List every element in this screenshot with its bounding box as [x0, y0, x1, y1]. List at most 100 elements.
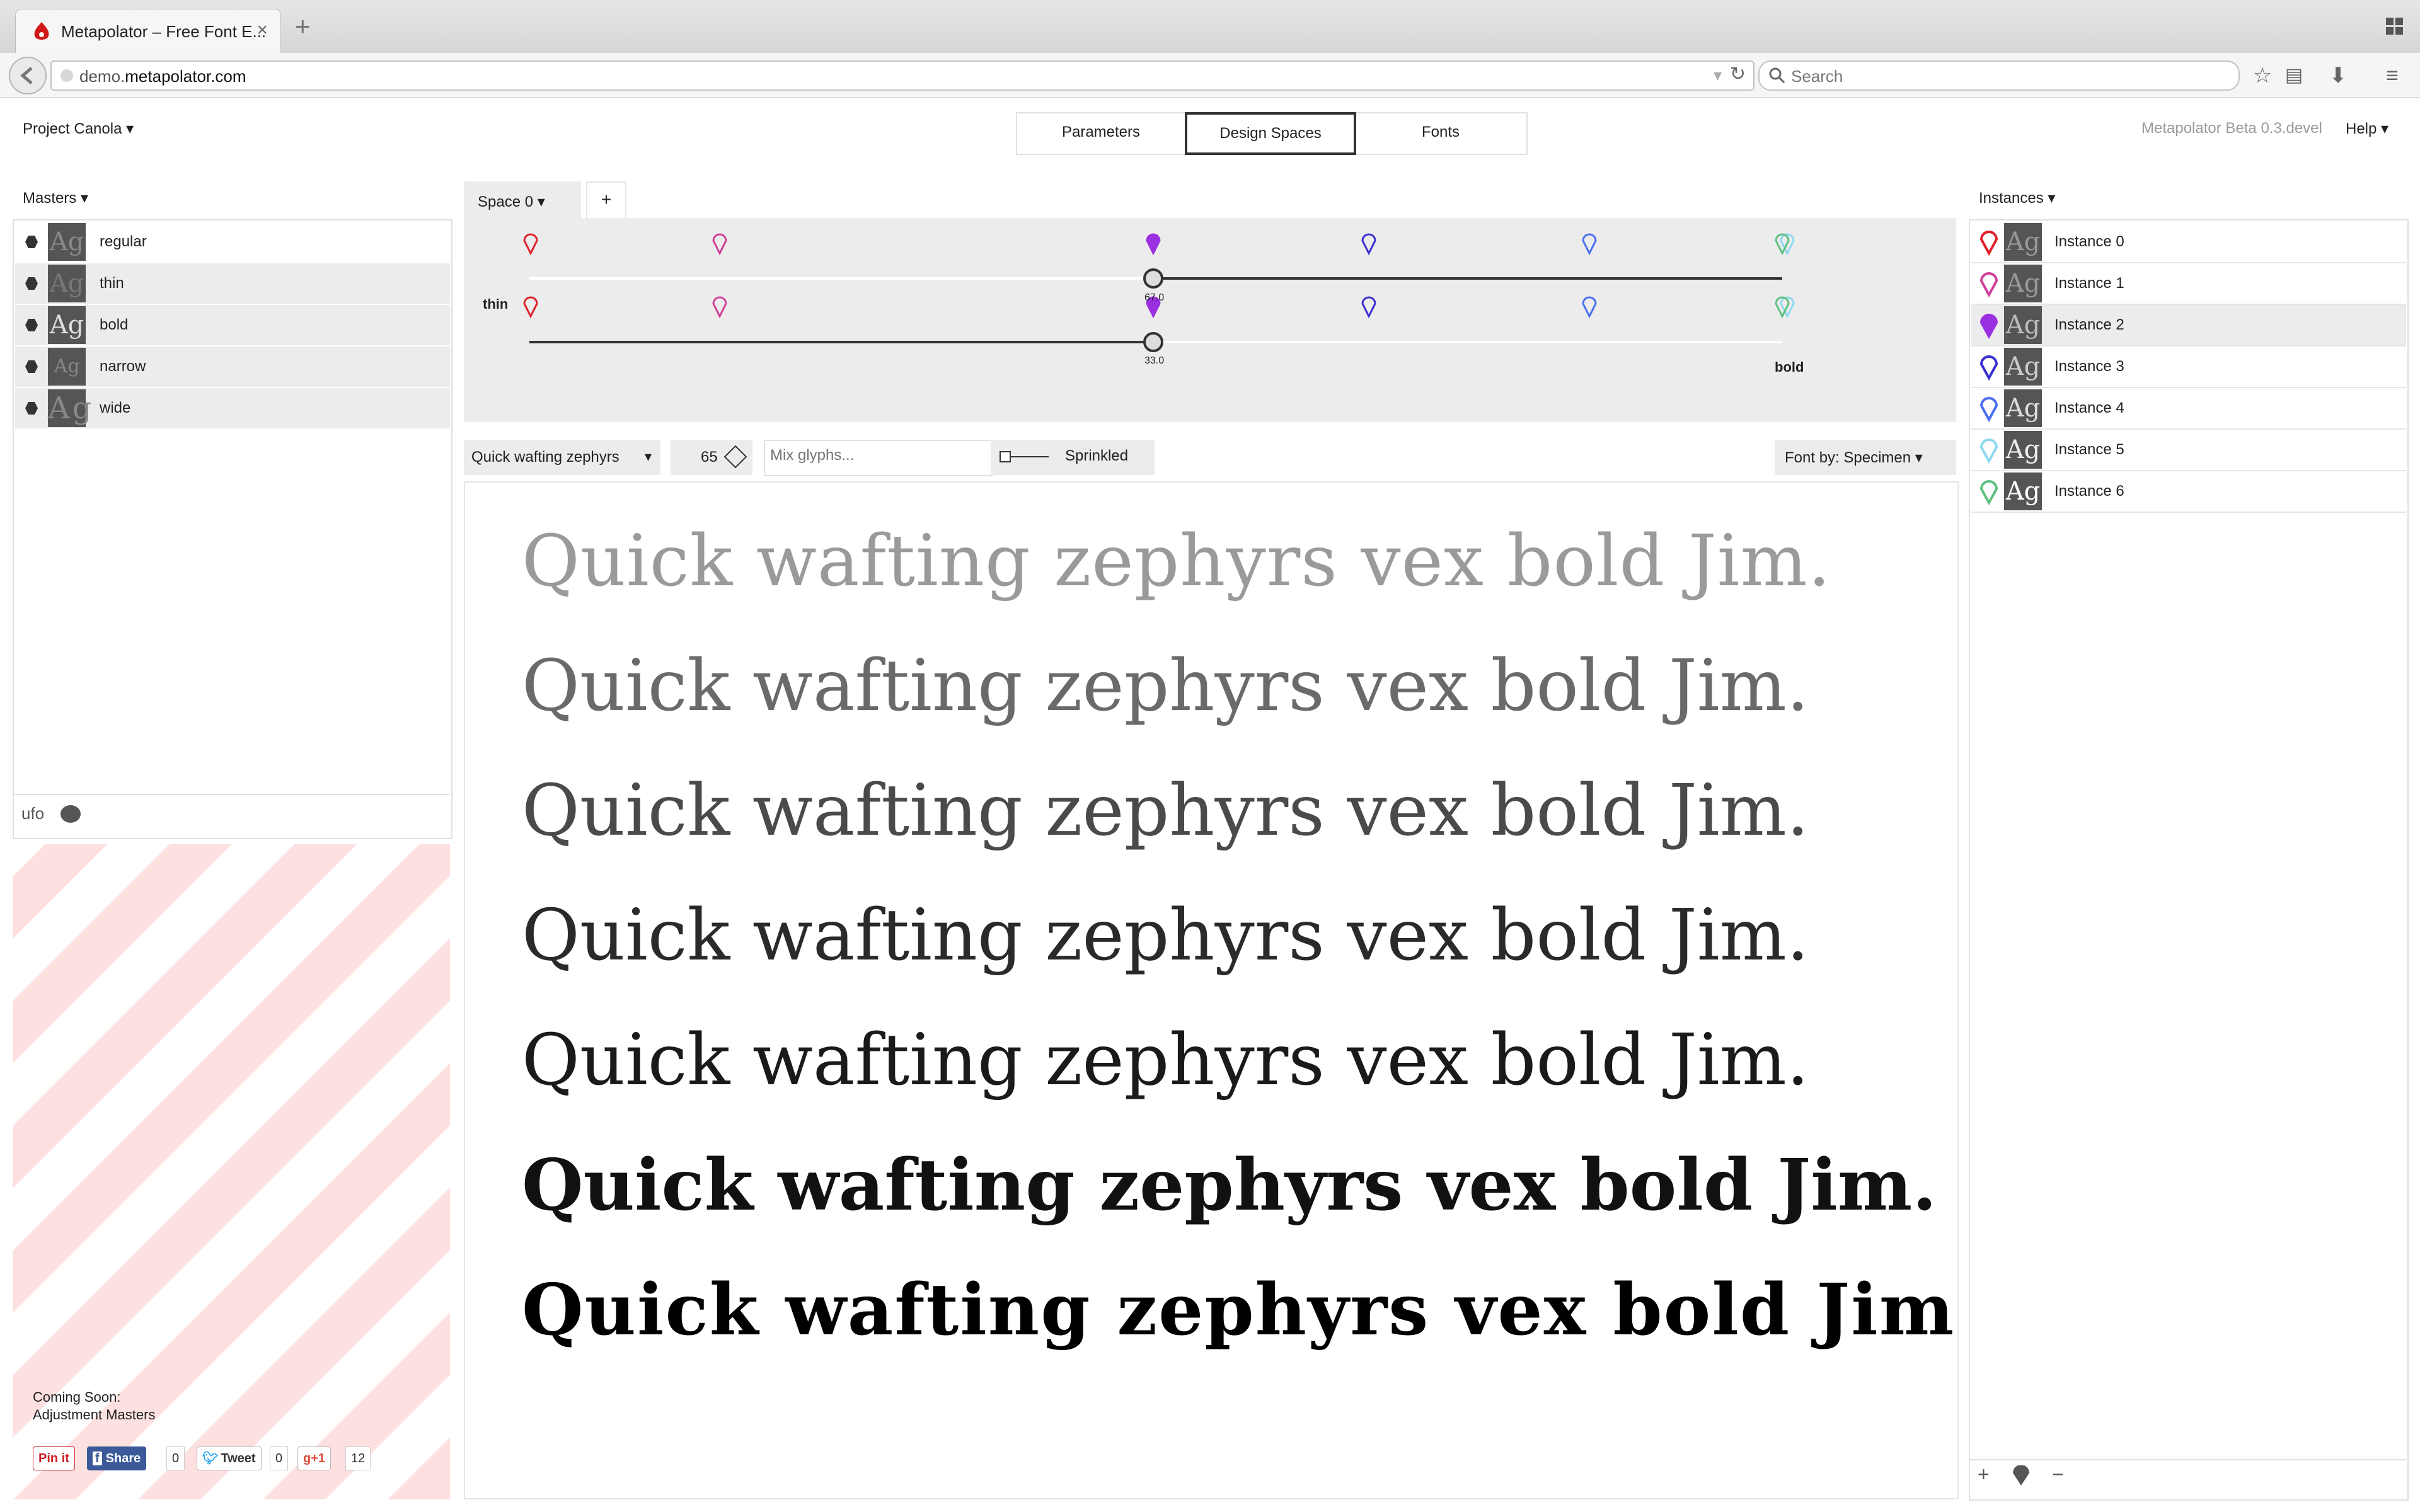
- master-row-narrow[interactable]: Ag narrow: [15, 346, 450, 387]
- mix-glyphs-input[interactable]: [769, 446, 986, 465]
- duplicate-instance-icon[interactable]: [2010, 1465, 2032, 1487]
- instance-pin-icon[interactable]: [1582, 296, 1597, 319]
- tab-close-icon[interactable]: ×: [256, 20, 268, 41]
- instance-row[interactable]: Ag Instance 4: [1971, 388, 2406, 430]
- instances-title[interactable]: Instances ▾: [1979, 189, 2055, 207]
- instance-pin-icon[interactable]: [523, 296, 538, 319]
- instance-pin-icon[interactable]: [1978, 438, 2000, 464]
- instance-pin-icon[interactable]: [1361, 233, 1376, 256]
- tab-parameters[interactable]: Parameters: [1017, 113, 1186, 151]
- facebook-icon: f: [93, 1452, 102, 1465]
- chevron-down-icon: ▾: [644, 449, 652, 464]
- toggle-switch-icon[interactable]: [1000, 451, 1050, 462]
- instance-label: Instance 1: [2054, 275, 2124, 292]
- instance-row[interactable]: Ag Instance 0: [1971, 222, 2406, 263]
- tab-fonts[interactable]: Fonts: [1356, 113, 1525, 151]
- instance-label: Instance 3: [2054, 358, 2124, 375]
- master-row-thin[interactable]: Ag thin: [15, 263, 450, 304]
- new-tab-button[interactable]: +: [295, 11, 311, 42]
- instance-row[interactable]: Ag Instance 1: [1971, 263, 2406, 305]
- add-design-space-button[interactable]: +: [586, 181, 626, 220]
- slider-value: 67.0: [1144, 292, 1165, 303]
- master-handle-icon[interactable]: [25, 277, 38, 290]
- version-label: Metapolator Beta 0.3.devel: [2141, 120, 2322, 137]
- gplus-label: +1: [311, 1452, 326, 1465]
- pinterest-button[interactable]: Pin it: [33, 1446, 75, 1470]
- tab-grid-icon[interactable]: [2386, 18, 2404, 35]
- masters-title[interactable]: Masters ▾: [23, 189, 88, 207]
- master-handle-icon[interactable]: [25, 402, 38, 415]
- instance-row[interactable]: Ag Instance 5: [1971, 430, 2406, 471]
- master-add-icon[interactable]: [60, 805, 81, 823]
- instance-row[interactable]: Ag Instance 6: [1971, 471, 2406, 513]
- axis-label-thin: thin: [483, 296, 509, 312]
- url-prefix: demo.: [79, 67, 125, 86]
- url-bar[interactable]: demo.metapolator.com ▾ ↻: [50, 60, 1754, 91]
- instance-pin-icon[interactable]: [1978, 480, 2000, 505]
- instance-pin-icon[interactable]: [1582, 233, 1597, 256]
- design-space-area: thin bold 67.0 33.0: [464, 218, 1956, 422]
- axis-label-bold: bold: [1775, 359, 1804, 375]
- instance-pin-icon[interactable]: [523, 233, 538, 256]
- master-thumbnail: Ag: [48, 223, 86, 261]
- bookmark-star-icon[interactable]: ☆: [2250, 63, 2275, 88]
- instance-pin-icon[interactable]: [712, 233, 727, 256]
- master-label: narrow: [100, 358, 146, 375]
- browser-tab[interactable]: Metapolator – Free Font E... ×: [15, 9, 281, 54]
- instance-thumbnail: Ag: [2004, 223, 2042, 261]
- sprinkled-toggle[interactable]: Sprinkled: [991, 440, 1155, 475]
- instance-label: Instance 4: [2054, 399, 2124, 416]
- instance-pin-icon[interactable]: [1978, 231, 2000, 256]
- instance-pin-icon[interactable]: [1978, 355, 2000, 381]
- back-button[interactable]: [9, 57, 47, 94]
- master-handle-icon[interactable]: [25, 236, 38, 248]
- slider-handle[interactable]: [1143, 268, 1163, 289]
- ufo-import-button[interactable]: ufo: [21, 804, 44, 823]
- instance-pin-icon[interactable]: [1978, 314, 2000, 339]
- instance-row[interactable]: Ag Instance 3: [1971, 346, 2406, 388]
- browser-search-bar[interactable]: Search: [1758, 60, 2240, 91]
- instances-panel: Ag Instance 0 Ag Instance 1 Ag Instance …: [1969, 219, 2409, 1501]
- tweet-button[interactable]: 🐦︎ Tweet: [197, 1446, 262, 1470]
- reload-icon[interactable]: ↻: [1730, 63, 1746, 85]
- back-arrow-icon: [20, 67, 33, 84]
- gplus-button[interactable]: g+1: [297, 1446, 331, 1470]
- master-handle-icon[interactable]: [25, 319, 38, 331]
- master-row-wide[interactable]: Ag wide: [15, 388, 450, 428]
- dropdown-icon[interactable]: ▾: [1714, 66, 1722, 85]
- instance-pin-icon[interactable]: [1978, 272, 2000, 297]
- search-placeholder: Search: [1791, 67, 1843, 86]
- master-label: regular: [100, 233, 147, 250]
- download-icon[interactable]: ⬇: [2325, 63, 2351, 88]
- tab-design-spaces[interactable]: Design Spaces: [1185, 112, 1356, 155]
- slider-handle[interactable]: [1143, 332, 1163, 352]
- specimen-select[interactable]: Quick wafting zephyrs ▾: [464, 440, 660, 475]
- font-by-select[interactable]: Font by: Specimen ▾: [1775, 440, 1956, 475]
- specimen-line: Quick wafting zephyrs vex bold Jim.: [522, 520, 1831, 602]
- reading-list-icon[interactable]: ▤: [2281, 63, 2307, 88]
- font-size-stepper[interactable]: 65: [671, 440, 752, 475]
- master-row-bold[interactable]: Ag bold: [15, 305, 450, 345]
- metapolator-logo-icon: [34, 22, 49, 40]
- remove-instance-button[interactable]: −: [2052, 1463, 2064, 1486]
- master-handle-icon[interactable]: [25, 360, 38, 373]
- instance-pin-icon[interactable]: [712, 296, 727, 319]
- add-instance-button[interactable]: +: [1978, 1463, 1990, 1486]
- project-selector[interactable]: Project Canola ▾: [23, 120, 134, 138]
- masters-panel: Ag regular Ag thin Ag bold Ag narrow Ag …: [13, 219, 452, 839]
- design-space-tab-label: Space 0 ▾: [478, 193, 545, 210]
- master-row-regular[interactable]: Ag regular: [15, 222, 450, 262]
- help-menu[interactable]: Help ▾: [2346, 120, 2388, 138]
- master-label: wide: [100, 399, 131, 416]
- specimen-line: Quick wafting zephyrs vex bold Jim.: [522, 645, 1809, 727]
- instance-pin-icon[interactable]: [1978, 397, 2000, 422]
- design-space-tab[interactable]: Space 0 ▾: [464, 181, 581, 218]
- instance-thumbnail: Ag: [2004, 389, 2042, 427]
- instance-row-selected[interactable]: Ag Instance 2: [1971, 305, 2406, 346]
- mix-glyphs-field[interactable]: [764, 440, 993, 476]
- instance-pin-icon[interactable]: [1146, 233, 1161, 256]
- menu-icon[interactable]: ≡: [2380, 63, 2405, 88]
- twitter-icon: 🐦︎: [202, 1452, 219, 1465]
- facebook-share-button[interactable]: f Share: [87, 1446, 147, 1470]
- instance-pin-icon[interactable]: [1361, 296, 1376, 319]
